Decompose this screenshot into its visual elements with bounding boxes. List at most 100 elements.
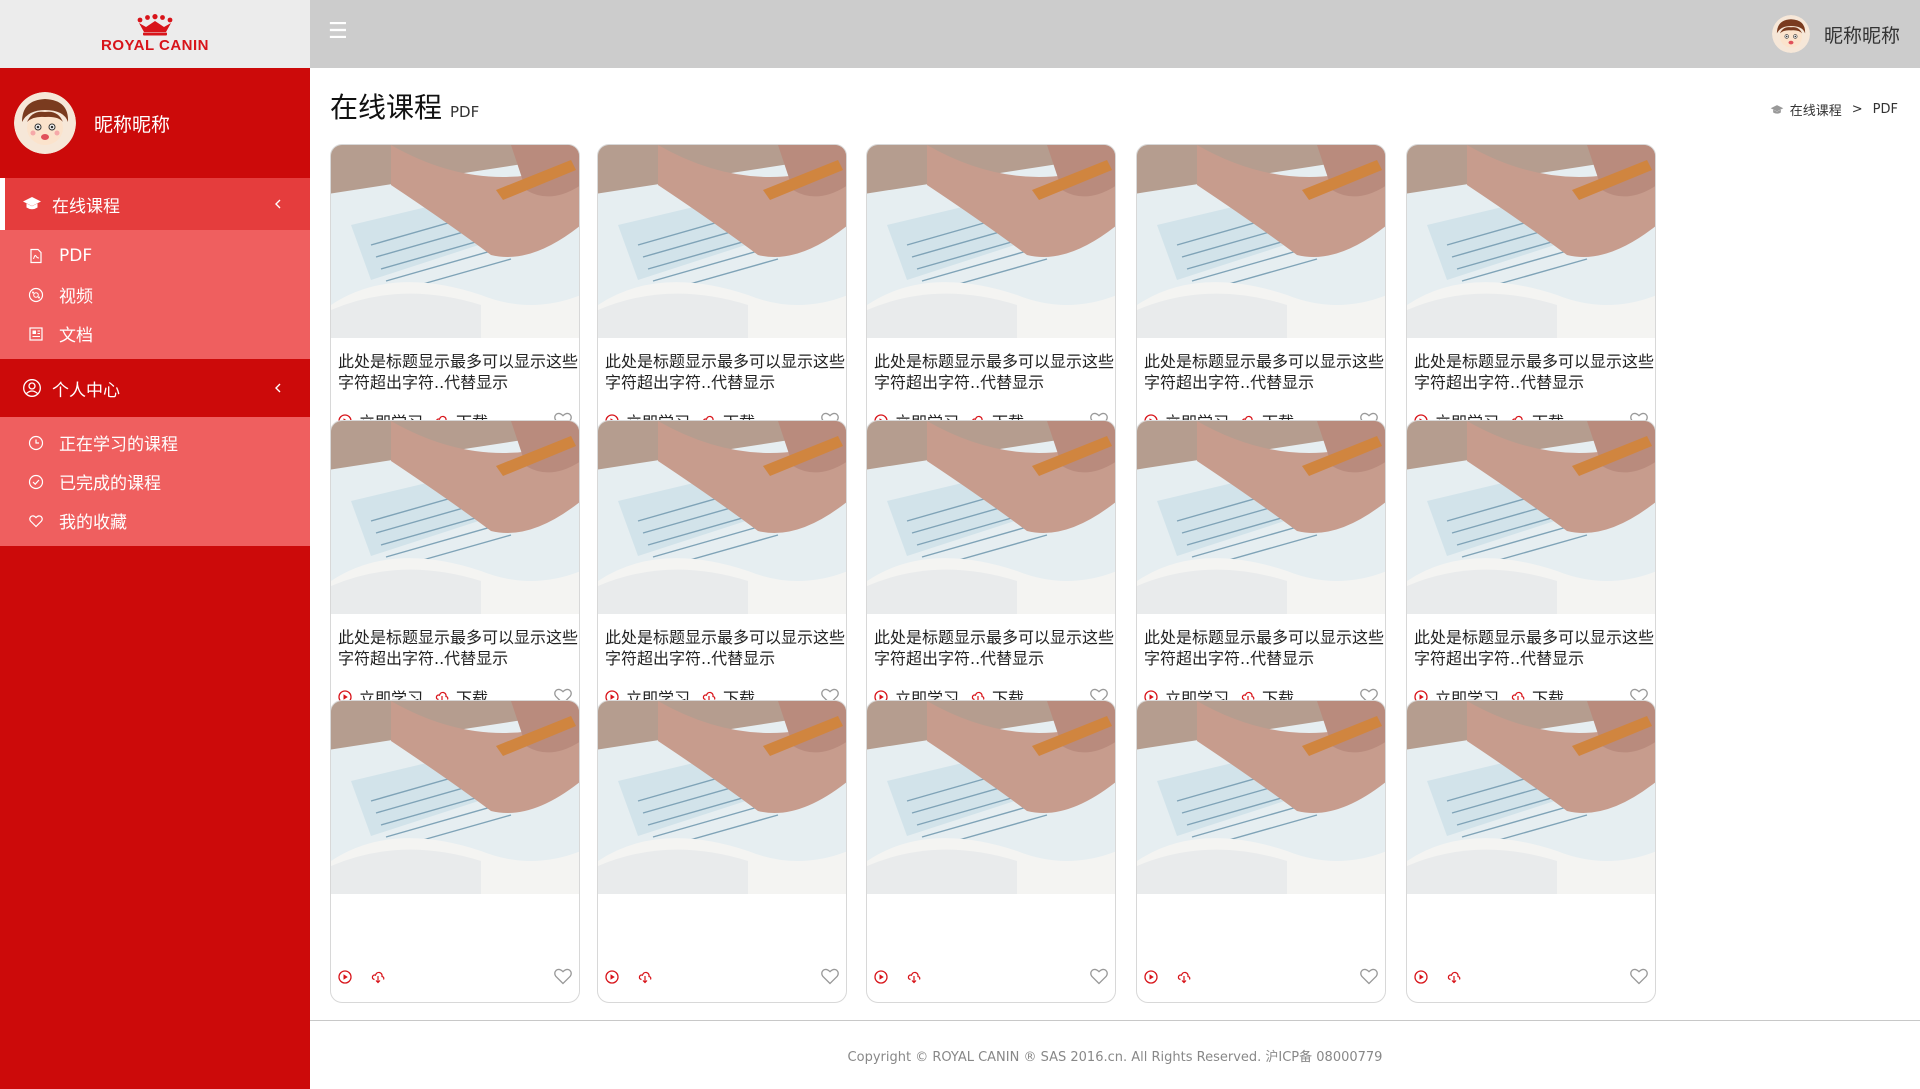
menu-online-courses[interactable]: 在线课程 xyxy=(0,178,310,230)
course-card[interactable] xyxy=(1406,700,1656,1003)
chevron-left-icon xyxy=(275,199,281,209)
sidebar-item-pdf[interactable]: PDF xyxy=(0,236,310,275)
course-title: 此处是标题显示最多可以显示这些字符超出字符..代替显示 xyxy=(1144,628,1384,668)
course-card[interactable]: 此处是标题显示最多可以显示这些字符超出字符..代替显示 立即学习 下载 xyxy=(597,420,847,723)
course-title: 此处是标题显示最多可以显示这些字符超出字符..代替显示 xyxy=(874,352,1114,392)
course-title xyxy=(338,907,578,949)
course-thumbnail xyxy=(331,145,579,338)
favorite-heart-icon[interactable] xyxy=(1358,965,1380,987)
course-thumbnail xyxy=(1407,145,1655,338)
hamburger-icon[interactable]: ☰ xyxy=(328,21,350,43)
course-thumbnail xyxy=(1407,701,1655,894)
play-circle-icon xyxy=(1414,970,1428,984)
sidebar-item-label: 已完成的课程 xyxy=(59,474,161,494)
download-button[interactable] xyxy=(1177,970,1198,984)
sidebar-item-video[interactable]: 视频 xyxy=(0,275,310,314)
study-now-button[interactable] xyxy=(605,970,626,984)
course-title: 此处是标题显示最多可以显示这些字符超出字符..代替显示 xyxy=(874,628,1114,668)
download-button[interactable] xyxy=(1447,970,1468,984)
study-now-button[interactable] xyxy=(874,970,895,984)
sidebar-item-label: 视频 xyxy=(59,287,93,307)
play-circle-icon xyxy=(605,970,619,984)
download-button[interactable] xyxy=(638,970,659,984)
course-actions xyxy=(1414,965,1650,989)
menu-group-personal-center: 个人中心 正在学习的课程 已完成的课程 我的收藏 xyxy=(0,359,310,546)
course-thumbnail xyxy=(331,421,579,614)
download-cloud-icon xyxy=(907,971,921,984)
menu-personal-center[interactable]: 个人中心 xyxy=(0,359,310,417)
course-actions xyxy=(338,965,574,989)
menu-personal-center-label: 个人中心 xyxy=(52,380,120,401)
course-title xyxy=(1414,907,1654,949)
study-now-button[interactable] xyxy=(338,970,359,984)
course-title xyxy=(1144,907,1384,949)
avatar xyxy=(1771,15,1810,53)
sidebar-username: 昵称昵称 xyxy=(94,113,171,136)
download-cloud-icon xyxy=(371,971,385,984)
favorite-heart-icon[interactable] xyxy=(552,965,574,987)
course-thumbnail xyxy=(867,421,1115,614)
submenu-personal-center: 正在学习的课程 已完成的课程 我的收藏 xyxy=(0,417,310,546)
footer: Copyright © ROYAL CANIN ® SAS 2016.cn. A… xyxy=(310,1020,1920,1089)
favorite-heart-icon[interactable] xyxy=(1088,965,1110,987)
course-card[interactable]: 此处是标题显示最多可以显示这些字符超出字符..代替显示 立即学习 下载 xyxy=(330,144,580,447)
download-button[interactable] xyxy=(907,970,928,984)
footer-copyright: Copyright © ROYAL CANIN ® SAS 2016.cn. A… xyxy=(847,1049,1383,1065)
course-thumbnail xyxy=(1137,145,1385,338)
clock-icon xyxy=(28,435,44,451)
course-card[interactable] xyxy=(1136,700,1386,1003)
sidebar-item-document[interactable]: 文档 xyxy=(0,314,310,353)
pdf-file-icon xyxy=(28,248,44,264)
course-title: 此处是标题显示最多可以显示这些字符超出字符..代替显示 xyxy=(1414,628,1654,668)
sidebar-item-label: 文档 xyxy=(59,326,93,346)
favorite-heart-icon[interactable] xyxy=(1628,965,1650,987)
course-card[interactable]: 此处是标题显示最多可以显示这些字符超出字符..代替显示 立即学习 下载 xyxy=(1136,420,1386,723)
sidebar-item-favorites[interactable]: 我的收藏 xyxy=(0,501,310,540)
menu-group-online-courses: 在线课程 PDF 视频 文档 xyxy=(0,178,310,359)
topbar-user-menu[interactable]: 昵称昵称 xyxy=(1771,14,1900,54)
course-card[interactable] xyxy=(866,700,1116,1003)
main-content: 在线课程 PDF 在线课程 > PDF 此处是标题显示最多可以显示这些字符超出字… xyxy=(310,68,1920,1020)
study-now-button[interactable] xyxy=(1414,970,1435,984)
avatar xyxy=(14,92,76,154)
submenu-online-courses: PDF 视频 文档 xyxy=(0,230,310,359)
sidebar-item-learning[interactable]: 正在学习的课程 xyxy=(0,423,310,462)
course-card[interactable]: 此处是标题显示最多可以显示这些字符超出字符..代替显示 立即学习 下载 xyxy=(330,420,580,723)
page-subtitle: PDF xyxy=(450,103,480,121)
play-circle-icon xyxy=(338,970,352,984)
download-button[interactable] xyxy=(371,970,392,984)
sidebar-user[interactable]: 昵称昵称 xyxy=(0,68,310,178)
sidebar-item-label: 正在学习的课程 xyxy=(59,435,178,455)
menu-online-courses-label: 在线课程 xyxy=(52,196,120,217)
play-circle-icon xyxy=(874,970,888,984)
user-circle-icon xyxy=(22,378,42,398)
heart-icon xyxy=(28,513,44,529)
course-thumbnail xyxy=(867,701,1115,894)
graduation-cap-icon xyxy=(1770,104,1784,114)
logo[interactable]: ROYAL CANIN xyxy=(0,0,310,68)
breadcrumb-item[interactable]: 在线课程 xyxy=(1790,100,1842,119)
course-actions xyxy=(1144,965,1380,989)
course-title: 此处是标题显示最多可以显示这些字符超出字符..代替显示 xyxy=(605,352,845,392)
course-card[interactable] xyxy=(597,700,847,1003)
topbar-username: 昵称昵称 xyxy=(1823,24,1900,47)
course-card[interactable]: 此处是标题显示最多可以显示这些字符超出字符..代替显示 立即学习 下载 xyxy=(1136,144,1386,447)
study-now-button[interactable] xyxy=(1144,970,1165,984)
course-title: 此处是标题显示最多可以显示这些字符超出字符..代替显示 xyxy=(338,352,578,392)
page-heading: 在线课程 PDF xyxy=(330,86,479,126)
course-thumbnail xyxy=(1137,421,1385,614)
course-actions xyxy=(874,965,1110,989)
favorite-heart-icon[interactable] xyxy=(819,965,841,987)
course-title xyxy=(605,907,845,949)
course-thumbnail xyxy=(1137,701,1385,894)
course-card[interactable]: 此处是标题显示最多可以显示这些字符超出字符..代替显示 立即学习 下载 xyxy=(866,144,1116,447)
course-thumbnail xyxy=(331,701,579,894)
course-thumbnail xyxy=(867,145,1115,338)
sidebar-item-completed[interactable]: 已完成的课程 xyxy=(0,462,310,501)
course-card[interactable]: 此处是标题显示最多可以显示这些字符超出字符..代替显示 立即学习 下载 xyxy=(866,420,1116,723)
course-card[interactable]: 此处是标题显示最多可以显示这些字符超出字符..代替显示 立即学习 下载 xyxy=(1406,144,1656,447)
course-title: 此处是标题显示最多可以显示这些字符超出字符..代替显示 xyxy=(1414,352,1654,392)
course-card[interactable] xyxy=(330,700,580,1003)
course-card[interactable]: 此处是标题显示最多可以显示这些字符超出字符..代替显示 立即学习 下载 xyxy=(597,144,847,447)
course-card[interactable]: 此处是标题显示最多可以显示这些字符超出字符..代替显示 立即学习 下载 xyxy=(1406,420,1656,723)
